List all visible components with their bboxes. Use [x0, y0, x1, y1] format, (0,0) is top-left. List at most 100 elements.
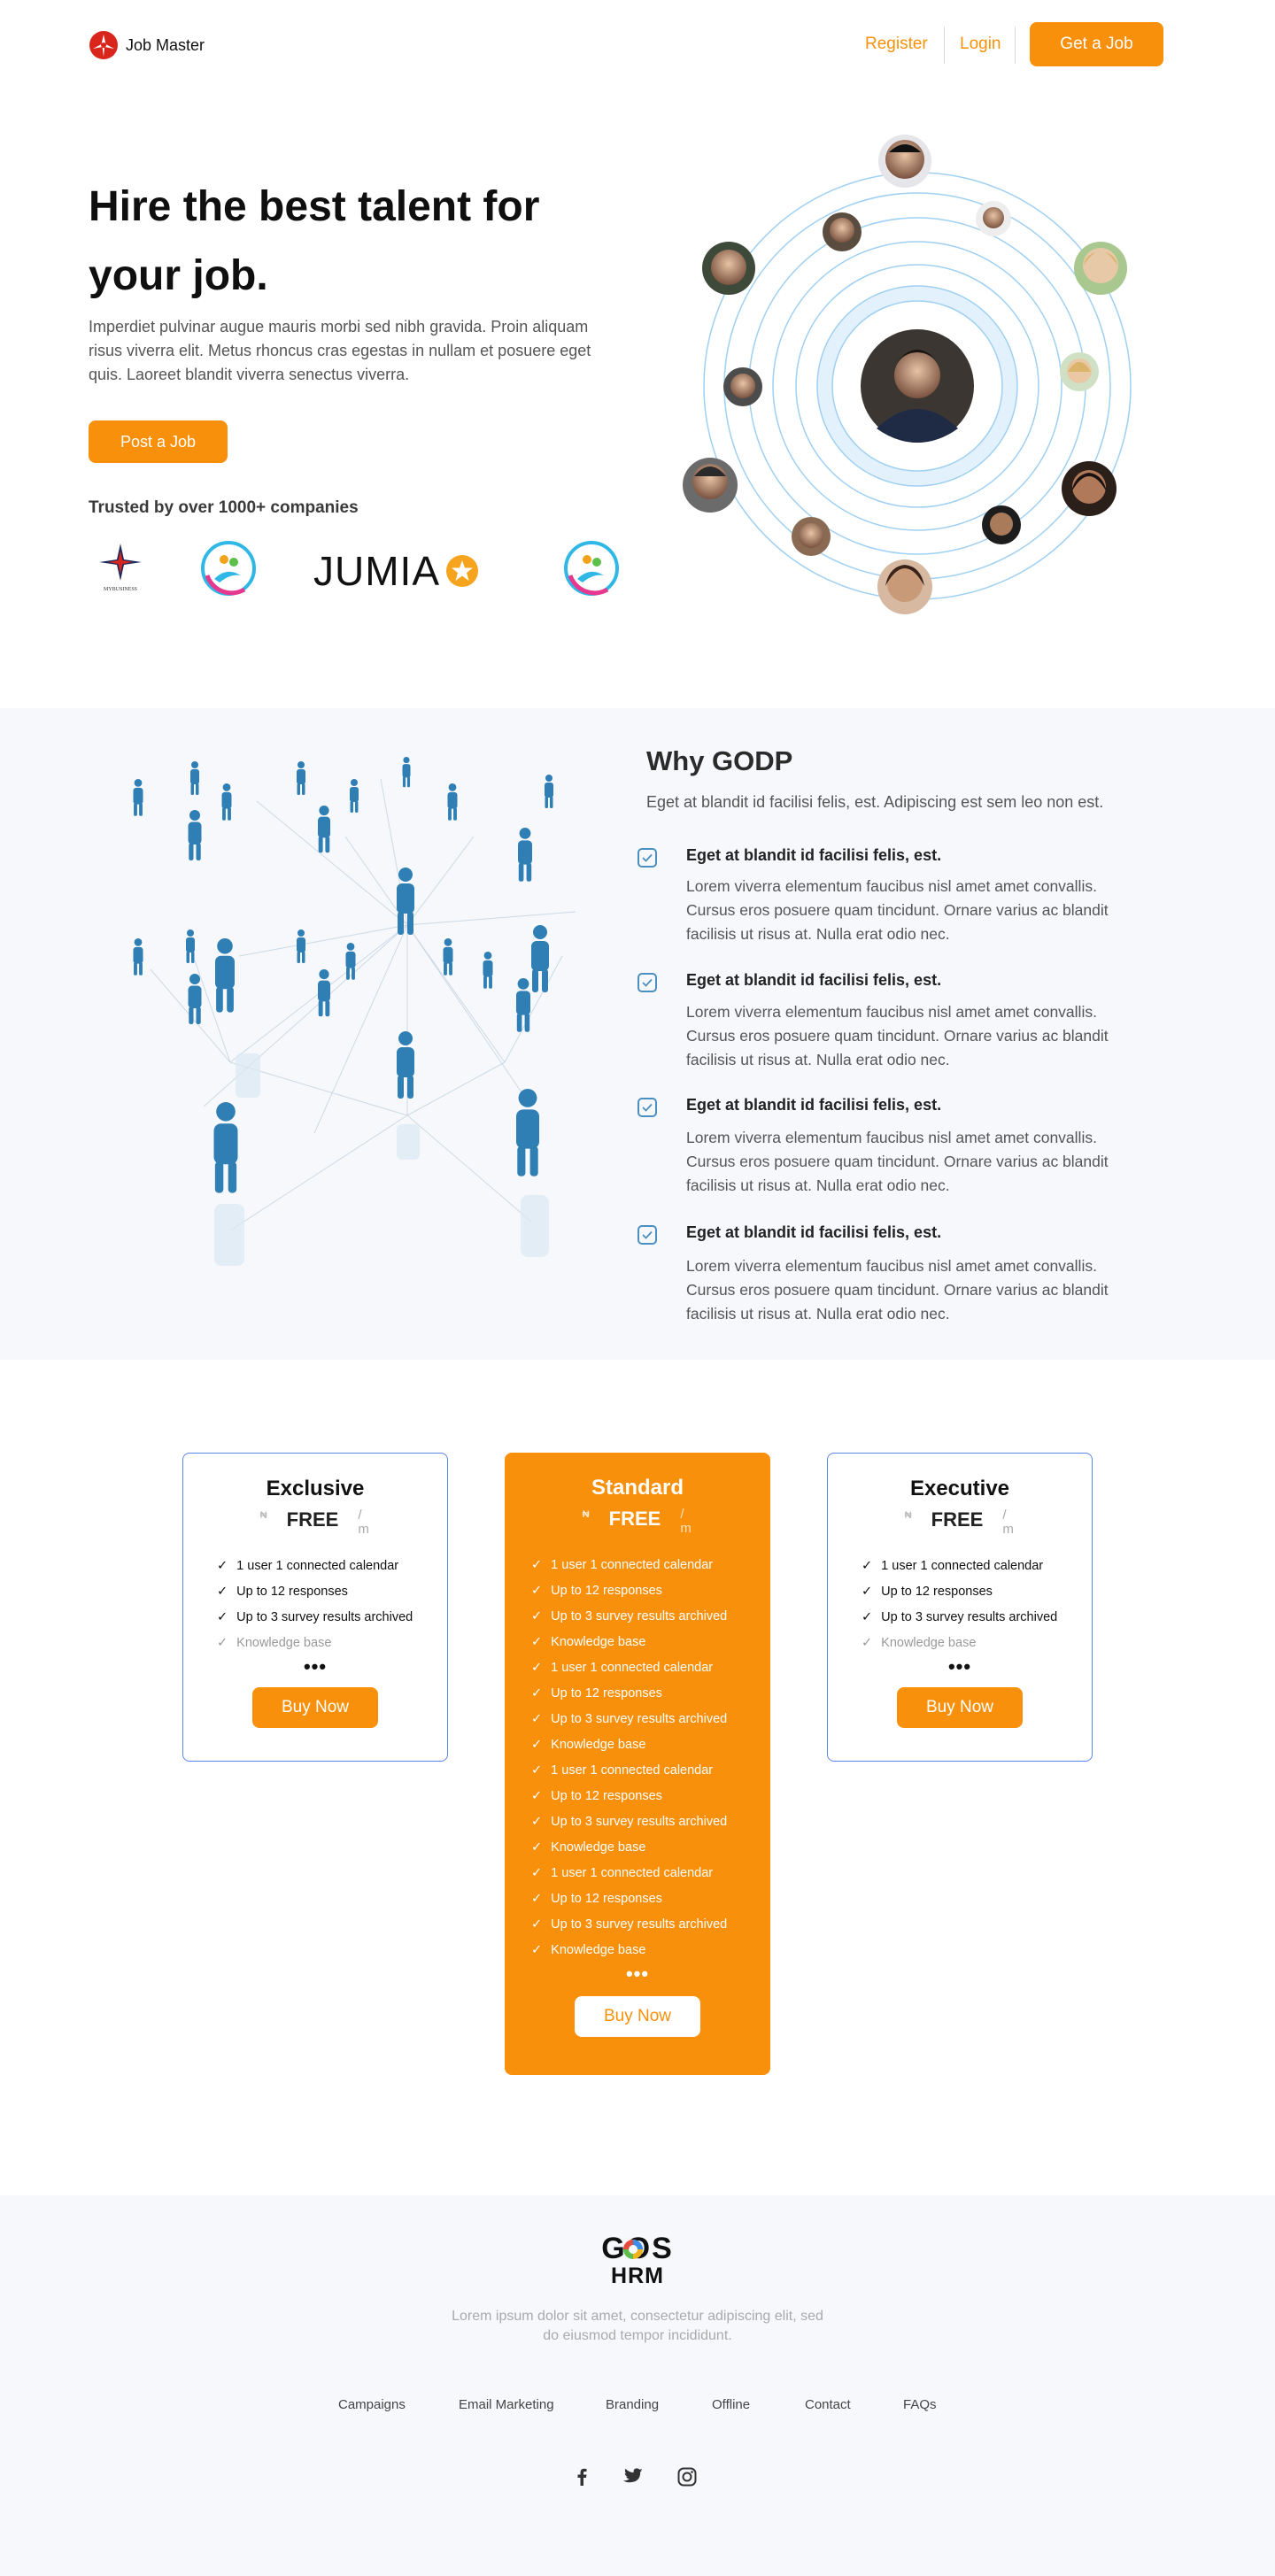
check-icon: ✓: [531, 1608, 543, 1623]
nav-divider: [1015, 27, 1016, 64]
footer-link-contact[interactable]: Contact: [805, 2397, 851, 2412]
list-item: ✓ 1 user 1 connected calendar: [531, 1860, 770, 1886]
post-a-job-button[interactable]: Post a Job: [89, 420, 228, 463]
check-icon: ✓: [531, 1942, 543, 1957]
check-icon: ✓: [862, 1609, 873, 1624]
currency-symbol: ₦: [904, 1510, 912, 1521]
twitter-icon[interactable]: [620, 2464, 645, 2489]
checkbox-icon: [638, 848, 657, 868]
more-features-icon[interactable]: •••: [183, 1655, 447, 1678]
list-item: ✓ Up to 3 survey results archived: [531, 1706, 770, 1731]
register-link[interactable]: Register: [865, 35, 928, 54]
list-item: ✓ Knowledge base: [531, 1629, 770, 1654]
currency-symbol: ₦: [259, 1510, 267, 1521]
facebook-icon[interactable]: [569, 2464, 594, 2489]
list-item: ✓ Up to 3 survey results archived: [217, 1604, 447, 1630]
feature-label: Up to 3 survey results archived: [551, 1814, 728, 1829]
feature-label: Knowledge base: [236, 1635, 332, 1650]
list-item: ✓ Up to 12 responses: [531, 1886, 770, 1911]
buy-now-button[interactable]: Buy Now: [252, 1687, 378, 1728]
check-icon: ✓: [531, 1737, 543, 1752]
feature-label: 1 user 1 connected calendar: [236, 1558, 399, 1573]
feature-title: Eget at blandit id facilisi felis, est.: [686, 971, 942, 989]
price-row: ₦ FREE / m: [505, 1508, 770, 1543]
feature-body: Lorem viverra elementum faucibus nisl am…: [686, 1257, 1109, 1323]
jumia-logo: JUMIA: [313, 548, 479, 594]
instagram-icon[interactable]: [675, 2464, 699, 2489]
list-item: ✓ Knowledge base: [531, 1731, 770, 1757]
check-icon: ✓: [531, 1711, 543, 1726]
brand[interactable]: Job Master: [89, 29, 205, 61]
list-item: ✓ 1 user 1 connected calendar: [531, 1654, 770, 1680]
list-item: ✓ Up to 12 responses: [531, 1577, 770, 1603]
footer-description: Lorem ipsum dolor sit amet, consectetur …: [452, 2309, 823, 2343]
feature-label: Up to 3 survey results archived: [551, 1711, 728, 1726]
check-icon: ✓: [531, 1685, 543, 1701]
star-badge-icon: [446, 555, 478, 587]
pricing-card-standard: Standard ₦ FREE / m ✓ 1 user 1 connected …: [505, 1453, 770, 2075]
list-item: ✓ Up to 12 responses: [531, 1680, 770, 1706]
footer-link-offline[interactable]: Offline: [712, 2397, 750, 2412]
currency-symbol: ₦: [582, 1509, 590, 1520]
logo-globe-icon: [623, 2240, 643, 2259]
feature-label: 1 user 1 connected calendar: [551, 1762, 714, 1778]
list-item: ✓ Up to 3 survey results archived: [531, 1809, 770, 1834]
check-icon: ✓: [531, 1660, 543, 1675]
plan-price: FREE: [286, 1508, 339, 1531]
feature-label: Up to 12 responses: [551, 1788, 662, 1803]
feature-title: Eget at blandit id facilisi felis, est.: [686, 1223, 942, 1241]
checkbox-icon: [638, 1098, 657, 1117]
partner-logo: [563, 540, 620, 597]
footer-link-branding[interactable]: Branding: [606, 2397, 659, 2412]
pricing-card-exclusive: Exclusive ₦ FREE / m ✓ 1 user 1 connected…: [182, 1453, 448, 1762]
buy-now-button[interactable]: Buy Now: [575, 1996, 700, 2037]
feature-label: Up to 3 survey results archived: [236, 1609, 413, 1624]
more-features-icon[interactable]: •••: [505, 1963, 770, 1986]
feature-label: Knowledge base: [551, 1737, 646, 1752]
footer-link-faqs[interactable]: FAQs: [903, 2397, 937, 2412]
feature-label: Knowledge base: [551, 1634, 646, 1649]
check-icon: ✓: [531, 1865, 543, 1880]
get-a-job-button[interactable]: Get a Job: [1030, 22, 1163, 66]
footer-link-campaigns[interactable]: Campaigns: [338, 2397, 406, 2412]
check-icon: ✓: [531, 1634, 543, 1649]
plan-name: Executive: [909, 1477, 1010, 1500]
check-icon: ✓: [531, 1839, 543, 1855]
check-icon: ✓: [531, 1814, 543, 1829]
feature-label: Up to 3 survey results archived: [881, 1609, 1058, 1624]
list-item: ✓ Knowledge base: [217, 1630, 447, 1655]
checkbox-icon: [638, 1225, 657, 1245]
feature-body: Lorem viverra elementum faucibus nisl am…: [686, 877, 1109, 943]
feature-label: Up to 12 responses: [551, 1583, 662, 1598]
feature-label: Knowledge base: [881, 1635, 977, 1650]
brand-name: Job Master: [126, 35, 205, 54]
list-item: ✓ 1 user 1 connected calendar: [531, 1552, 770, 1577]
feature-list: ✓ 1 user 1 connected calendar ✓ Up to 12 r…: [862, 1553, 1092, 1655]
feature-body: Lorem viverra elementum faucibus nisl am…: [686, 1003, 1109, 1068]
why-title: Why GODP: [646, 745, 793, 776]
check-icon: ✓: [862, 1584, 873, 1599]
feature-label: Up to 12 responses: [551, 1891, 662, 1906]
login-link[interactable]: Login: [960, 35, 1001, 54]
feature-label: Up to 12 responses: [551, 1685, 662, 1701]
feature-list: ✓ 1 user 1 connected calendar ✓ Up to 12 r…: [531, 1552, 770, 1963]
star-logo-icon: [99, 544, 142, 581]
jumia-wordmark: JUMIA: [313, 548, 440, 594]
people-network-illustration: [133, 757, 576, 1266]
partner-logo: [200, 540, 257, 597]
price-row: ₦ FREE / m: [828, 1508, 1092, 1544]
hero-title: Hire the best talent for your job.: [89, 183, 540, 299]
more-features-icon[interactable]: •••: [828, 1655, 1092, 1678]
feature-label: Up to 3 survey results archived: [551, 1608, 728, 1623]
feature-label: 1 user 1 connected calendar: [551, 1557, 714, 1572]
brand-logo-icon: [89, 31, 118, 59]
people-circle-logo-icon: [564, 541, 619, 596]
mybusiness-logo: MYBUSINESS: [96, 542, 145, 598]
plan-price: FREE: [608, 1508, 661, 1530]
buy-now-button[interactable]: Buy Now: [897, 1687, 1023, 1728]
logo-caption: MYBUSINESS: [103, 587, 137, 592]
list-item: ✓ Up to 3 survey results archived: [531, 1603, 770, 1629]
hero-description: Imperdiet pulvinar augue mauris morbi se…: [89, 318, 591, 383]
footer-link-email-marketing[interactable]: Email Marketing: [459, 2397, 554, 2412]
check-icon: ✓: [531, 1917, 543, 1932]
